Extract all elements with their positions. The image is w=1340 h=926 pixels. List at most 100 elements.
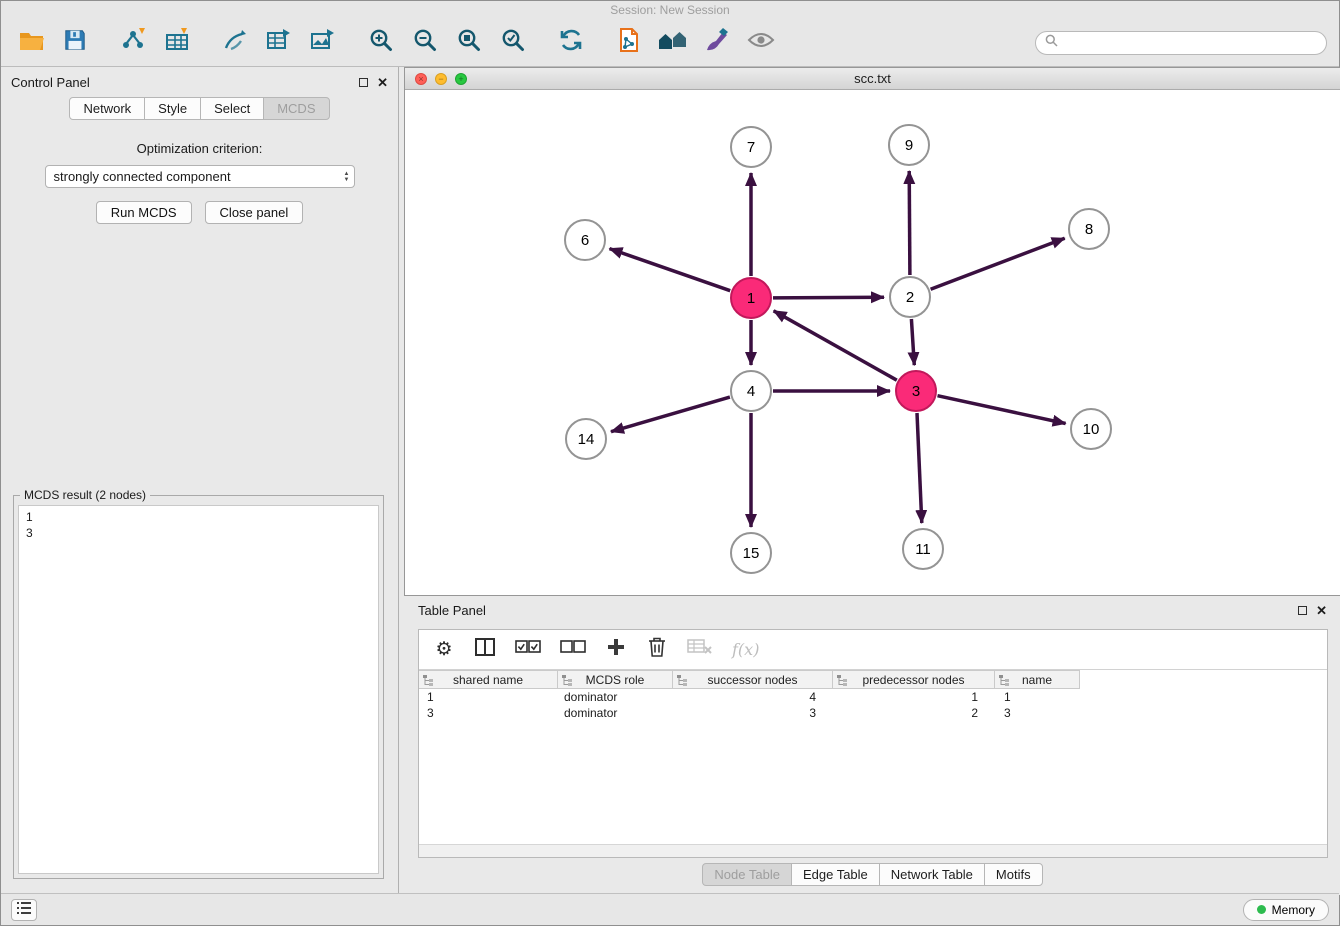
table-panel-tabs: Node Table Edge Table Network Table Moti… [404,863,1340,886]
search-field[interactable] [1035,31,1327,55]
column-header-mcds-role[interactable]: MCDS role [558,670,673,689]
table-cell: 3 [673,705,833,721]
column-header-predecessor-nodes[interactable]: predecessor nodes [833,670,995,689]
search-input[interactable] [1063,36,1317,50]
column-type-icon [837,675,848,689]
tab-network-table[interactable]: Network Table [879,863,985,886]
mcds-result-list[interactable]: 13 [18,505,379,874]
column-type-icon [423,675,434,689]
graph-edge-2-3[interactable] [911,319,914,365]
table-panel-title: Table Panel [418,603,486,618]
network-from-selection-button[interactable] [217,25,253,61]
table-cell: 3 [419,705,558,721]
stepper-down-icon: ▼ [344,177,350,183]
window-minimize-icon[interactable]: − [435,73,447,85]
control-panel: Control Panel ✕ Network Style Select MCD… [1,67,399,895]
style-brush-button[interactable] [699,25,735,61]
run-mcds-button[interactable]: Run MCDS [96,201,192,224]
zoom-fit-button[interactable] [451,25,487,61]
graph-node-label-3: 3 [912,383,920,400]
create-column-button[interactable] [605,638,627,662]
neighbors-button[interactable] [655,25,691,61]
criterion-selected-value: strongly connected component [54,169,231,184]
table-row[interactable]: 3dominator323 [419,705,1327,721]
graph-edge-1-6[interactable] [610,249,731,291]
zoom-out-button[interactable] [407,25,443,61]
column-label: name [1022,673,1052,687]
tab-motifs[interactable]: Motifs [984,863,1043,886]
tab-select[interactable]: Select [200,97,264,120]
close-table-panel-icon[interactable]: ✕ [1316,604,1327,617]
show-details-button[interactable] [743,25,779,61]
table-header-row: shared name MCDS role successor nodes pr… [419,669,1327,689]
app-title: Session: New Session [610,3,729,17]
import-network-button[interactable] [115,25,151,61]
column-label: shared name [453,673,523,687]
tab-network[interactable]: Network [69,97,145,120]
mcds-result-title: MCDS result (2 nodes) [20,488,150,502]
refresh-icon [558,27,584,58]
graph-edge-3-11[interactable] [917,413,922,523]
graph-edge-2-8[interactable] [931,238,1065,289]
import-table-button[interactable] [159,25,195,61]
show-panels-button[interactable] [11,899,37,921]
tab-edge-table[interactable]: Edge Table [791,863,880,886]
network-document-button[interactable] [611,25,647,61]
network-window-titlebar[interactable]: scc.txt × − + [405,68,1340,90]
column-label: predecessor nodes [862,673,964,687]
houses-icon [658,28,688,57]
delete-column-button[interactable] [646,638,668,662]
tab-node-table[interactable]: Node Table [702,863,792,886]
graph-edge-3-10[interactable] [938,396,1066,424]
network-view-window: scc.txt × − + 7968124314101511 [404,67,1340,596]
table-cell: 4 [673,689,833,705]
close-panel-button[interactable]: Close panel [205,201,304,224]
close-panel-icon[interactable]: ✕ [377,76,388,89]
network-canvas[interactable]: 7968124314101511 [405,90,1340,595]
export-table-button[interactable] [261,25,297,61]
graph-edge-3-1[interactable] [774,311,897,380]
function-builder-button[interactable]: f(x) [732,638,759,662]
select-all-button[interactable] [515,638,541,662]
open-session-button[interactable] [13,25,49,61]
column-header-shared-name[interactable]: shared name [419,670,558,689]
column-type-icon [677,675,688,689]
window-zoom-icon[interactable]: + [455,73,467,85]
save-floppy-icon [63,28,87,57]
refresh-button[interactable] [553,25,589,61]
graph-edge-4-14[interactable] [611,397,730,432]
control-panel-header: Control Panel ✕ [1,67,398,97]
show-columns-button[interactable] [474,638,496,662]
zoom-selected-button[interactable] [495,25,531,61]
save-session-button[interactable] [57,25,93,61]
float-table-panel-icon[interactable] [1298,606,1307,615]
deselect-all-button[interactable] [560,638,586,662]
graph-node-label-1: 1 [747,290,755,307]
criterion-select[interactable]: strongly connected component ▲ ▼ [45,165,355,188]
export-image-button[interactable] [305,25,341,61]
graph-edge-1-2[interactable] [773,297,884,298]
network-graph[interactable]: 7968124314101511 [405,90,1340,596]
delete-table-button[interactable] [687,638,713,662]
tab-style[interactable]: Style [144,97,201,120]
table-settings-button[interactable]: ⚙ [433,638,455,662]
table-arrow-icon [266,27,292,58]
app-titlebar[interactable]: Session: New Session [1,1,1339,19]
table-row[interactable]: 1dominator411 [419,689,1327,705]
zoom-in-button[interactable] [363,25,399,61]
graph-node-label-2: 2 [906,289,914,306]
window-traffic-lights: × − + [415,73,467,85]
column-header-name[interactable]: name [995,670,1080,689]
graph-node-label-11: 11 [915,541,931,558]
float-panel-icon[interactable] [359,78,368,87]
memory-status-dot [1257,905,1266,914]
window-close-icon[interactable]: × [415,73,427,85]
list-icon [17,901,31,919]
graph-edge-2-9[interactable] [909,171,910,275]
column-header-successor-nodes[interactable]: successor nodes [673,670,833,689]
table-horizontal-scrollbar[interactable] [419,844,1327,857]
paint-brush-icon [704,27,730,58]
tab-mcds[interactable]: MCDS [263,97,329,120]
memory-button[interactable]: Memory [1243,899,1329,921]
columns-icon [474,637,496,662]
